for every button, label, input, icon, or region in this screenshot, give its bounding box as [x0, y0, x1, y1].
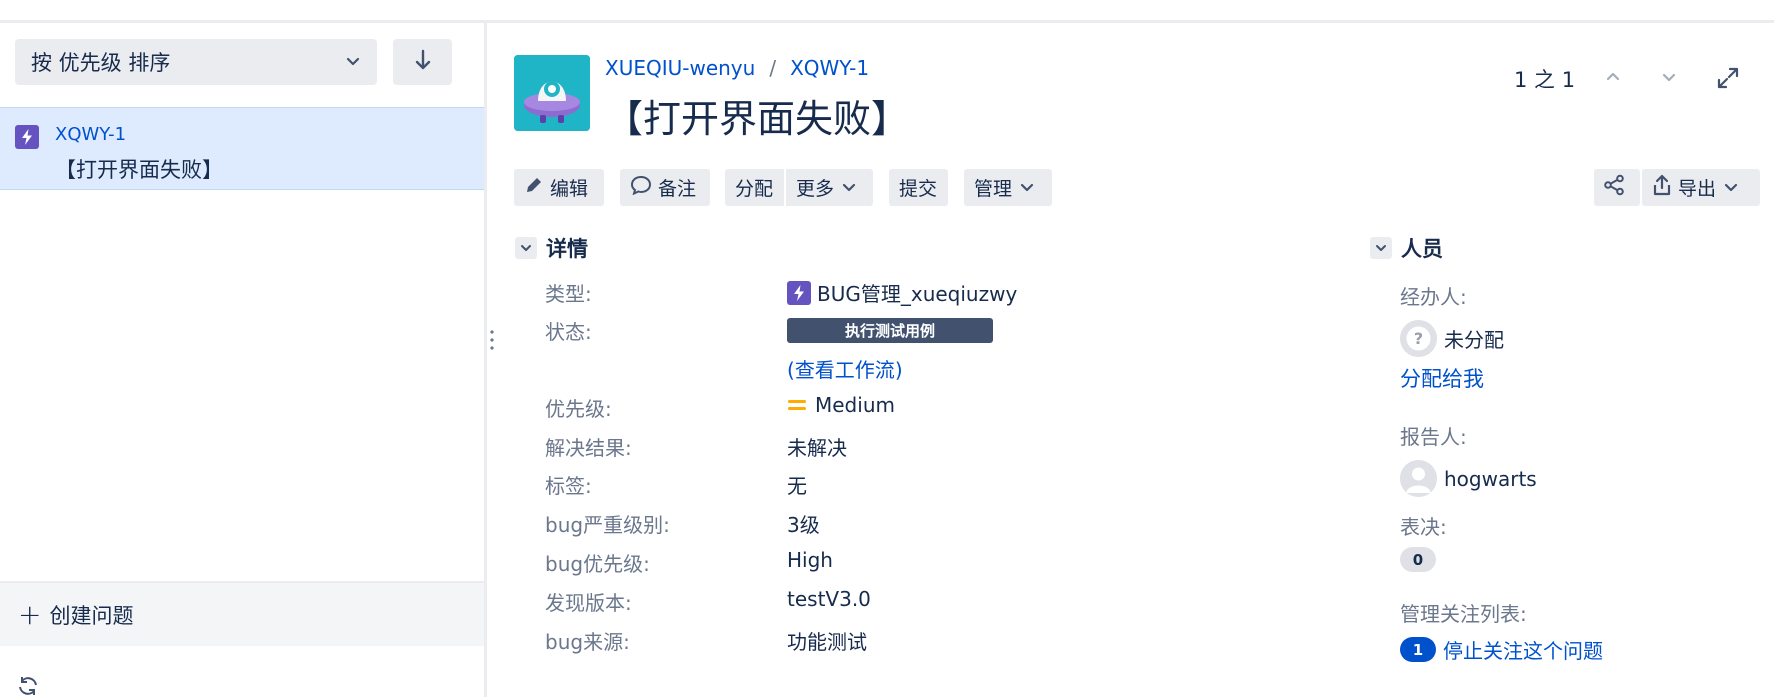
stop-watching-link[interactable]: 停止关注这个问题 — [1443, 635, 1603, 664]
project-avatar[interactable] — [514, 55, 590, 131]
assign-label: 分配 — [735, 178, 774, 200]
reporter-label: 报告人: — [1400, 425, 1467, 449]
issue-summary: 【打开界面失败】 — [55, 158, 223, 182]
refresh-icon[interactable] — [16, 675, 40, 697]
assign-button[interactable]: 分配 — [725, 169, 784, 206]
pencil-icon — [524, 175, 550, 200]
issue-type-name: BUG管理_xueqiuzwy — [817, 282, 1018, 306]
priority-medium-icon — [787, 397, 807, 413]
reporter-value[interactable]: hogwarts — [1444, 467, 1537, 491]
share-button[interactable] — [1594, 169, 1640, 206]
panel-divider[interactable] — [484, 23, 487, 697]
lightning-bug-icon — [15, 125, 39, 153]
field-value-type: BUG管理_xueqiuzwy — [787, 278, 1017, 307]
chevron-down-icon[interactable] — [1370, 237, 1392, 259]
issue-navigator: 按 优先级 排序 XQWY-1 【打开界面失败】 + 创建问题 XUEQIU-w… — [0, 0, 1774, 697]
submit-label: 提交 — [899, 178, 938, 200]
field-label-priority: 优先级: — [545, 397, 612, 421]
chevron-down-icon[interactable] — [515, 237, 537, 259]
paren-close: ) — [894, 358, 903, 382]
votes-count-badge[interactable]: 0 — [1400, 547, 1436, 572]
assignee-label: 经办人: — [1400, 285, 1467, 309]
field-label-bug-priority: bug优先级: — [545, 552, 650, 576]
breadcrumb-separator: / — [769, 56, 777, 80]
field-label-resolution: 解决结果: — [545, 436, 632, 460]
chevron-down-icon — [842, 177, 862, 199]
field-value-priority: Medium — [787, 393, 895, 417]
votes-label: 表决: — [1400, 515, 1447, 539]
assignee-row: ? 未分配 — [1400, 320, 1504, 357]
watchers-label: 管理关注列表: — [1400, 602, 1527, 626]
field-label-labels: 标签: — [545, 474, 592, 498]
view-workflow-link[interactable]: 查看工作流 — [795, 358, 895, 382]
submit-button[interactable]: 提交 — [889, 169, 948, 206]
export-label: 导出 — [1678, 178, 1717, 200]
comment-icon — [630, 175, 658, 200]
edit-label: 编辑 — [550, 178, 589, 200]
manage-label: 管理 — [974, 178, 1013, 200]
field-value-bug-source: 功能测试 — [787, 630, 867, 654]
pager-count: 1 之 1 — [1514, 68, 1576, 92]
field-label-found-version: 发现版本: — [545, 591, 632, 615]
issue-list-panel: 按 优先级 排序 XQWY-1 【打开界面失败】 + 创建问题 — [0, 23, 484, 697]
field-label-bug-severity: bug严重级别: — [545, 513, 670, 537]
arrow-down-icon — [413, 49, 433, 75]
field-value-labels: 无 — [787, 474, 807, 498]
watchers-count-badge[interactable]: 1 — [1400, 637, 1436, 662]
priority-value: Medium — [815, 393, 895, 417]
details-section-header[interactable]: 详情 — [515, 233, 588, 263]
create-issue-button[interactable]: + 创建问题 — [0, 581, 484, 646]
people-section-header[interactable]: 人员 — [1370, 233, 1443, 263]
share-icon — [1603, 174, 1631, 201]
export-button[interactable]: 导出 — [1642, 169, 1760, 206]
issue-list-item[interactable]: XQWY-1 【打开界面失败】 — [0, 107, 484, 190]
unknown-user-icon: ? — [1400, 320, 1437, 357]
comment-button[interactable]: 备注 — [620, 169, 710, 206]
paren-open: ( — [787, 358, 795, 382]
svg-text:?: ? — [1414, 329, 1423, 348]
field-label-status: 状态: — [545, 320, 592, 344]
status-badge: 执行测试用例 — [787, 318, 993, 343]
lightning-bug-icon — [787, 280, 811, 305]
reporter-row: hogwarts — [1400, 460, 1537, 497]
expand-icon[interactable] — [1716, 66, 1740, 94]
assignee-value: 未分配 — [1444, 328, 1504, 352]
comment-label: 备注 — [658, 178, 697, 200]
chevron-down-icon — [1020, 177, 1040, 199]
field-value-found-version: testV3.0 — [787, 587, 871, 611]
plus-icon: + — [18, 598, 42, 631]
votes-row: 0 — [1400, 547, 1436, 572]
issue-title[interactable]: 【打开界面失败】 — [605, 88, 909, 143]
sort-order-select[interactable]: 按 优先级 排序 — [15, 39, 377, 85]
field-value-bug-priority: High — [787, 548, 833, 572]
chevron-down-icon[interactable] — [1660, 68, 1678, 90]
chevron-down-icon — [345, 50, 361, 74]
export-icon — [1652, 174, 1678, 201]
more-label: 更多 — [796, 178, 835, 200]
people-heading: 人员 — [1401, 237, 1443, 261]
sort-direction-button[interactable] — [393, 39, 452, 85]
breadcrumb-issue-link[interactable]: XQWY-1 — [790, 56, 869, 80]
breadcrumb-project-link[interactable]: XUEQIU-wenyu — [605, 56, 755, 80]
assign-to-me-link[interactable]: 分配给我 — [1400, 363, 1484, 393]
manage-button[interactable]: 管理 — [964, 169, 1052, 206]
workflow-link-wrapper: (查看工作流) — [787, 354, 903, 383]
sort-order-label: 按 优先级 排序 — [31, 51, 171, 75]
details-heading: 详情 — [546, 237, 588, 261]
field-label-bug-source: bug来源: — [545, 630, 630, 654]
create-issue-label: 创建问题 — [49, 603, 134, 628]
edit-button[interactable]: 编辑 — [514, 169, 604, 206]
breadcrumb: XUEQIU-wenyu / XQWY-1 — [605, 56, 869, 80]
more-actions-button[interactable]: 更多 — [786, 169, 873, 206]
field-value-resolution: 未解决 — [787, 436, 847, 460]
drag-handle-icon[interactable] — [489, 328, 495, 356]
field-value-bug-severity: 3级 — [787, 513, 820, 537]
issue-key: XQWY-1 — [55, 124, 127, 145]
field-label-type: 类型: — [545, 282, 592, 306]
watchers-row: 1 停止关注这个问题 — [1400, 635, 1603, 664]
chevron-down-icon — [1724, 177, 1744, 199]
user-avatar-icon — [1400, 460, 1437, 497]
chevron-up-icon[interactable] — [1604, 68, 1622, 90]
